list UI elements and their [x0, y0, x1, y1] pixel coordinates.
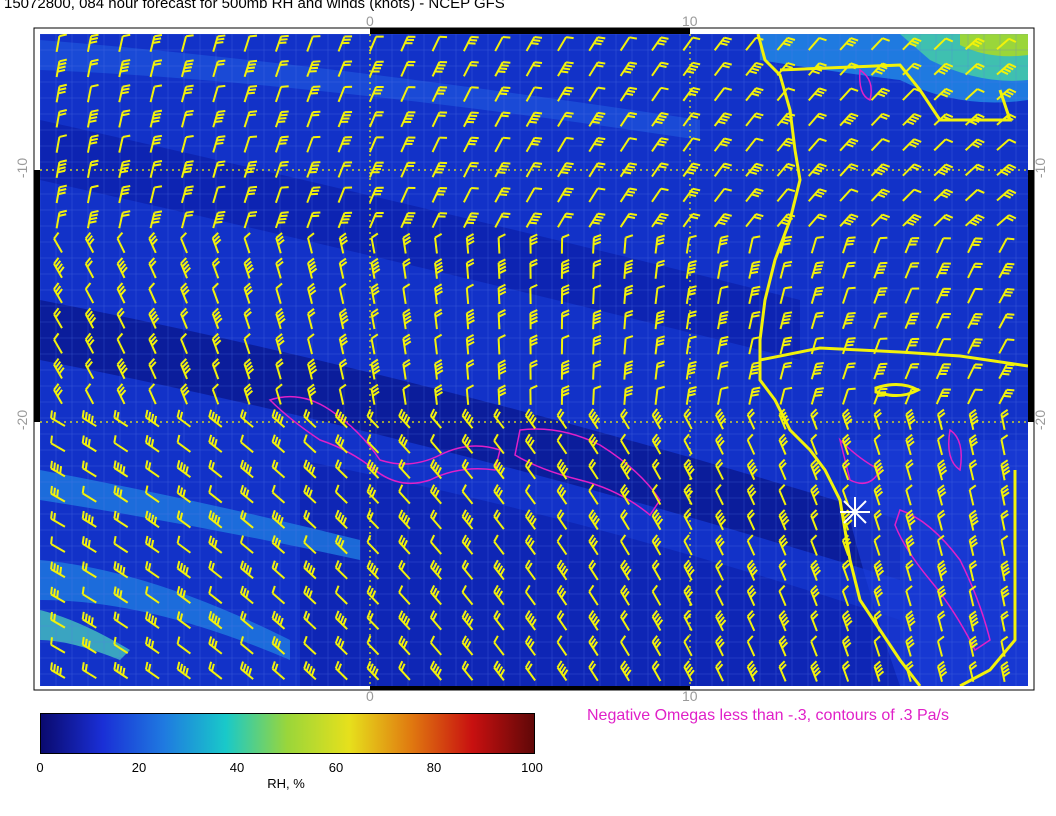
y-tick-left-20: -20 — [14, 409, 31, 431]
x-tick-top-0: 0 — [366, 13, 374, 29]
colorbar-label-100: 100 — [521, 760, 543, 775]
colorbar-title: RH, % — [267, 776, 305, 791]
y-tick-right-20: -20 — [1032, 409, 1049, 431]
colorbar-label-80: 80 — [426, 760, 442, 775]
rh-field — [40, 34, 1028, 686]
x-tick-bottom-0: 0 — [366, 688, 374, 704]
omega-legend-note: Negative Omegas less than -.3, contours … — [587, 707, 949, 724]
forecast-map — [33, 27, 1035, 691]
colorbar-label-20: 20 — [131, 760, 147, 775]
x-tick-bottom-10: 10 — [682, 688, 698, 704]
y-tick-right-10: -10 — [1032, 157, 1049, 179]
x-tick-top-10: 10 — [682, 13, 698, 29]
location-star-icon — [840, 497, 870, 527]
colorbar-label-40: 40 — [229, 760, 245, 775]
colorbar-label-0: 0 — [36, 760, 44, 775]
rh-colorbar — [40, 713, 535, 754]
y-tick-left-10: -10 — [14, 157, 31, 179]
colorbar-label-60: 60 — [328, 760, 344, 775]
